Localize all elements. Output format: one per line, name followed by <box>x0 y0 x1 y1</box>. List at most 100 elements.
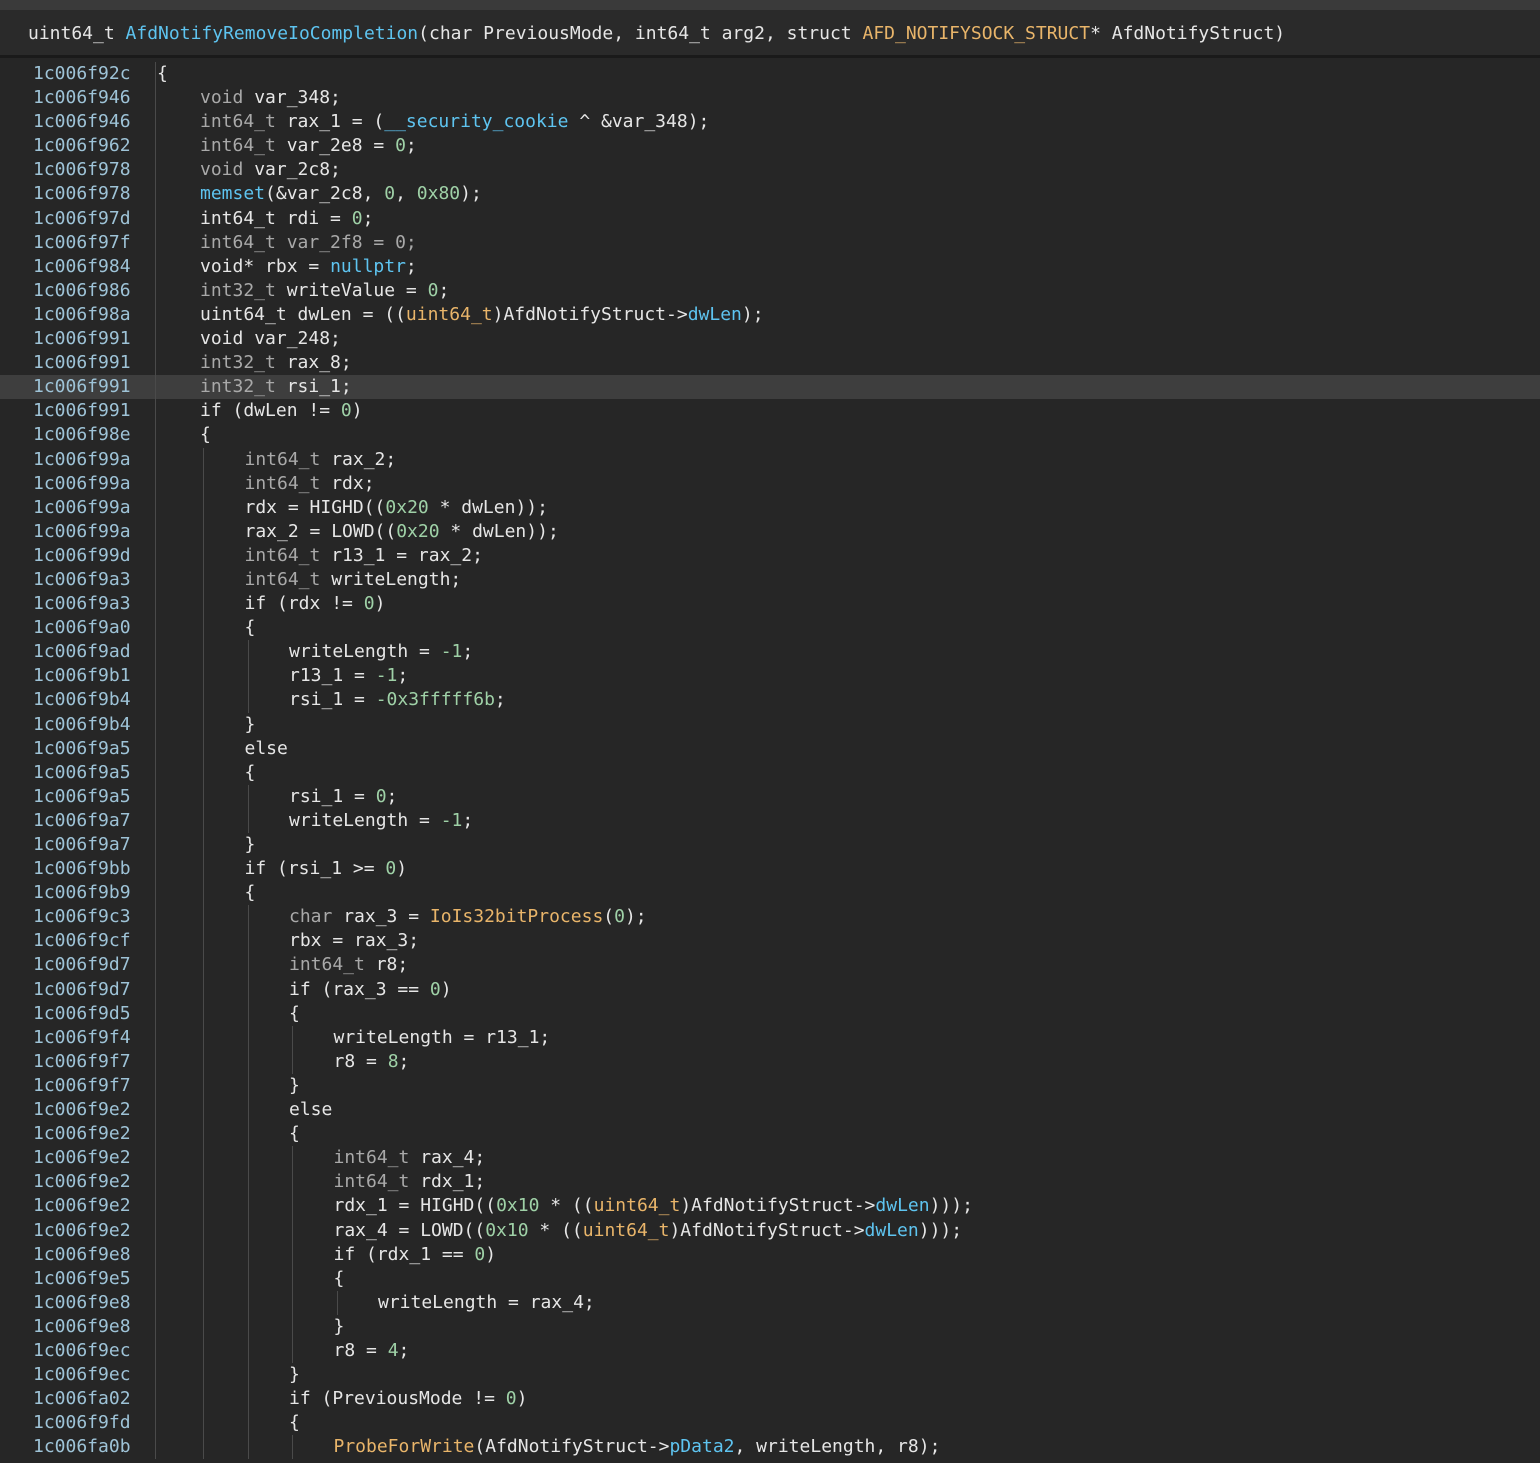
code-token[interactable]: void <box>200 328 254 349</box>
code-token[interactable]: r13_1 = <box>289 665 376 686</box>
code-line[interactable]: 1c006fa0b ProbeForWrite(AfdNotifyStruct->… <box>0 1435 1540 1460</box>
code-text[interactable]: ProbeForWrite(AfdNotifyStruct->pData2, w… <box>334 1435 941 1459</box>
code-line[interactable]: 1c006f962 int64_t var_2e8 = 0; <box>0 134 1540 159</box>
code-text[interactable]: r8 = 8; <box>334 1050 410 1074</box>
line-address[interactable]: 1c006f9e2 <box>33 1146 131 1170</box>
line-address[interactable]: 1c006f984 <box>33 255 131 279</box>
code-line[interactable]: 1c006f97d int64_t rdi = 0; <box>0 206 1540 231</box>
code-token[interactable]: r8 = <box>334 1340 388 1361</box>
code-line[interactable]: 1c006f946 int64_t rax_1 = (__security_coo… <box>0 110 1540 135</box>
code-token[interactable]: rbx = rax_3; <box>289 930 419 951</box>
code-token[interactable]: pData2 <box>669 1436 734 1457</box>
code-text[interactable]: { <box>245 761 256 785</box>
code-line[interactable]: 1c006f9b4} <box>0 712 1540 737</box>
code-token[interactable]: rdx = HIGHD(( <box>245 497 386 518</box>
code-token[interactable]: rsi_1; <box>287 376 352 397</box>
code-token[interactable]: 0x10 <box>485 1220 528 1241</box>
code-text[interactable]: rbx = rax_3; <box>289 929 419 953</box>
line-address[interactable]: 1c006f9cf <box>33 929 131 953</box>
code-line[interactable]: 1c006f9e8 writeLength = rax_4; <box>0 1290 1540 1315</box>
code-line[interactable]: 1c006f9f7} <box>0 1073 1540 1099</box>
code-text[interactable]: rdx_1 = HIGHD((0x10 * ((uint64_t)AfdNoti… <box>334 1194 973 1218</box>
code-token[interactable]: rbx = <box>265 256 330 277</box>
code-token[interactable]: int64_t <box>245 473 332 494</box>
code-line[interactable]: 1c006f9b1 r13_1 = -1; <box>0 664 1540 689</box>
code-token[interactable]: ; <box>363 208 374 229</box>
code-token[interactable]: (AfdNotifyStruct-> <box>474 1436 669 1457</box>
struct-type-name[interactable]: AFD_NOTIFYSOCK_STRUCT <box>862 23 1090 44</box>
code-text[interactable]: { <box>289 1002 300 1026</box>
code-token[interactable]: { <box>289 1003 300 1024</box>
code-line[interactable]: 1c006f9e5 { <box>0 1266 1540 1291</box>
code-text[interactable]: if (rdx_1 == 0) <box>334 1243 497 1267</box>
code-token[interactable]: int64_t <box>245 569 332 590</box>
line-address[interactable]: 1c006f991 <box>33 399 131 423</box>
code-line[interactable]: 1c006f9b9 { <box>0 881 1540 906</box>
line-address[interactable]: 1c006f978 <box>33 158 131 182</box>
code-line[interactable]: 1c006f92c { <box>0 62 1540 87</box>
code-line[interactable]: 1c006f9f7 r8 = 8; <box>0 1049 1540 1074</box>
code-token[interactable]: int32_t <box>200 376 287 397</box>
line-address[interactable]: 1c006f98a <box>33 303 131 327</box>
code-token[interactable]: , writeLength, r8); <box>735 1436 941 1457</box>
code-token[interactable]: writeLength = rax_4; <box>378 1292 595 1313</box>
code-text[interactable]: rsi_1 = -0x3fffff6b; <box>289 688 506 712</box>
code-line[interactable]: 1c006f991 if (dwLen != 0) <box>0 399 1540 424</box>
code-token[interactable]: int64_t <box>200 111 287 132</box>
line-address[interactable]: 1c006f9e8 <box>33 1243 131 1267</box>
code-token[interactable]: char <box>289 906 343 927</box>
code-token[interactable]: -1 <box>441 641 463 662</box>
code-token[interactable]: if (PreviousMode != <box>289 1388 506 1409</box>
code-token[interactable]: void <box>200 87 254 108</box>
code-token[interactable]: int64_t <box>200 135 287 156</box>
code-token[interactable]: ); <box>460 183 482 204</box>
code-text[interactable]: if (rsi_1 >= 0) <box>245 857 408 881</box>
line-address[interactable]: 1c006f9fd <box>33 1411 131 1435</box>
code-token[interactable]: 0 <box>341 400 352 421</box>
code-text[interactable]: if (rdx != 0) <box>245 592 386 616</box>
line-address[interactable]: 1c006f9a3 <box>33 592 131 616</box>
code-token[interactable]: var_2c8; <box>254 159 341 180</box>
code-token[interactable]: if (dwLen != <box>200 400 341 421</box>
code-text[interactable]: int64_t writeLength; <box>245 568 462 592</box>
code-text[interactable]: int64_t var_2f8 = 0; <box>200 231 417 255</box>
code-token[interactable]: int32_t <box>200 280 287 301</box>
code-token[interactable]: writeLength = r13_1; <box>334 1027 551 1048</box>
code-text[interactable]: int64_t rax_4; <box>334 1146 486 1170</box>
code-token[interactable]: rax_4 = LOWD(( <box>334 1220 486 1241</box>
code-text[interactable]: else <box>245 737 288 761</box>
code-line[interactable]: 1c006f9bb if (rsi_1 >= 0) <box>0 857 1540 882</box>
code-token[interactable]: ; <box>399 1051 410 1072</box>
code-text[interactable]: { <box>200 423 211 447</box>
code-token[interactable]: int64_t <box>334 1147 421 1168</box>
code-line[interactable]: 1c006f9d7 if (rax_3 == 0) <box>0 977 1540 1002</box>
code-token[interactable]: { <box>289 1412 300 1433</box>
code-text[interactable]: int64_t rdx; <box>245 472 375 496</box>
code-text[interactable]: memset(&var_2c8, 0, 0x80); <box>200 182 482 206</box>
code-line[interactable]: 1c006f9a7} <box>0 833 1540 858</box>
code-token[interactable]: 0x10 <box>496 1195 539 1216</box>
line-address[interactable]: 1c006f92c <box>33 62 131 86</box>
code-token[interactable]: ; <box>406 256 417 277</box>
code-token[interactable]: ; <box>406 135 417 156</box>
code-token[interactable]: var_2e8 = <box>287 135 395 156</box>
code-token[interactable]: 4 <box>388 1340 399 1361</box>
code-token[interactable]: ))); <box>930 1195 973 1216</box>
line-address[interactable]: 1c006f986 <box>33 279 131 303</box>
line-address[interactable]: 1c006f9d7 <box>33 978 131 1002</box>
line-address[interactable]: 1c006f9d5 <box>33 1002 131 1026</box>
code-text[interactable]: void var_248; <box>200 327 341 351</box>
code-token[interactable]: (&var_2c8, <box>265 183 384 204</box>
code-token[interactable]: ; <box>387 786 398 807</box>
code-line[interactable]: 1c006f9e2 rdx_1 = HIGHD((0x10 * ((uint64_… <box>0 1194 1540 1219</box>
code-line[interactable]: 1c006f984 void* rbx = nullptr; <box>0 254 1540 279</box>
code-text[interactable]: writeLength = -1; <box>289 640 473 664</box>
code-text[interactable]: int64_t rdx_1; <box>334 1170 486 1194</box>
code-text[interactable]: else <box>289 1098 332 1122</box>
code-line[interactable]: 1c006f9a3 if (rdx != 0) <box>0 592 1540 617</box>
code-line[interactable]: 1c006f98a uint64_t dwLen = ((uint64_t)Afd… <box>0 302 1540 328</box>
code-token[interactable]: if (rax_3 == <box>289 979 430 1000</box>
code-text[interactable]: void var_2c8; <box>200 158 341 182</box>
code-token[interactable]: ; <box>399 1340 410 1361</box>
code-token[interactable]: { <box>245 617 256 638</box>
